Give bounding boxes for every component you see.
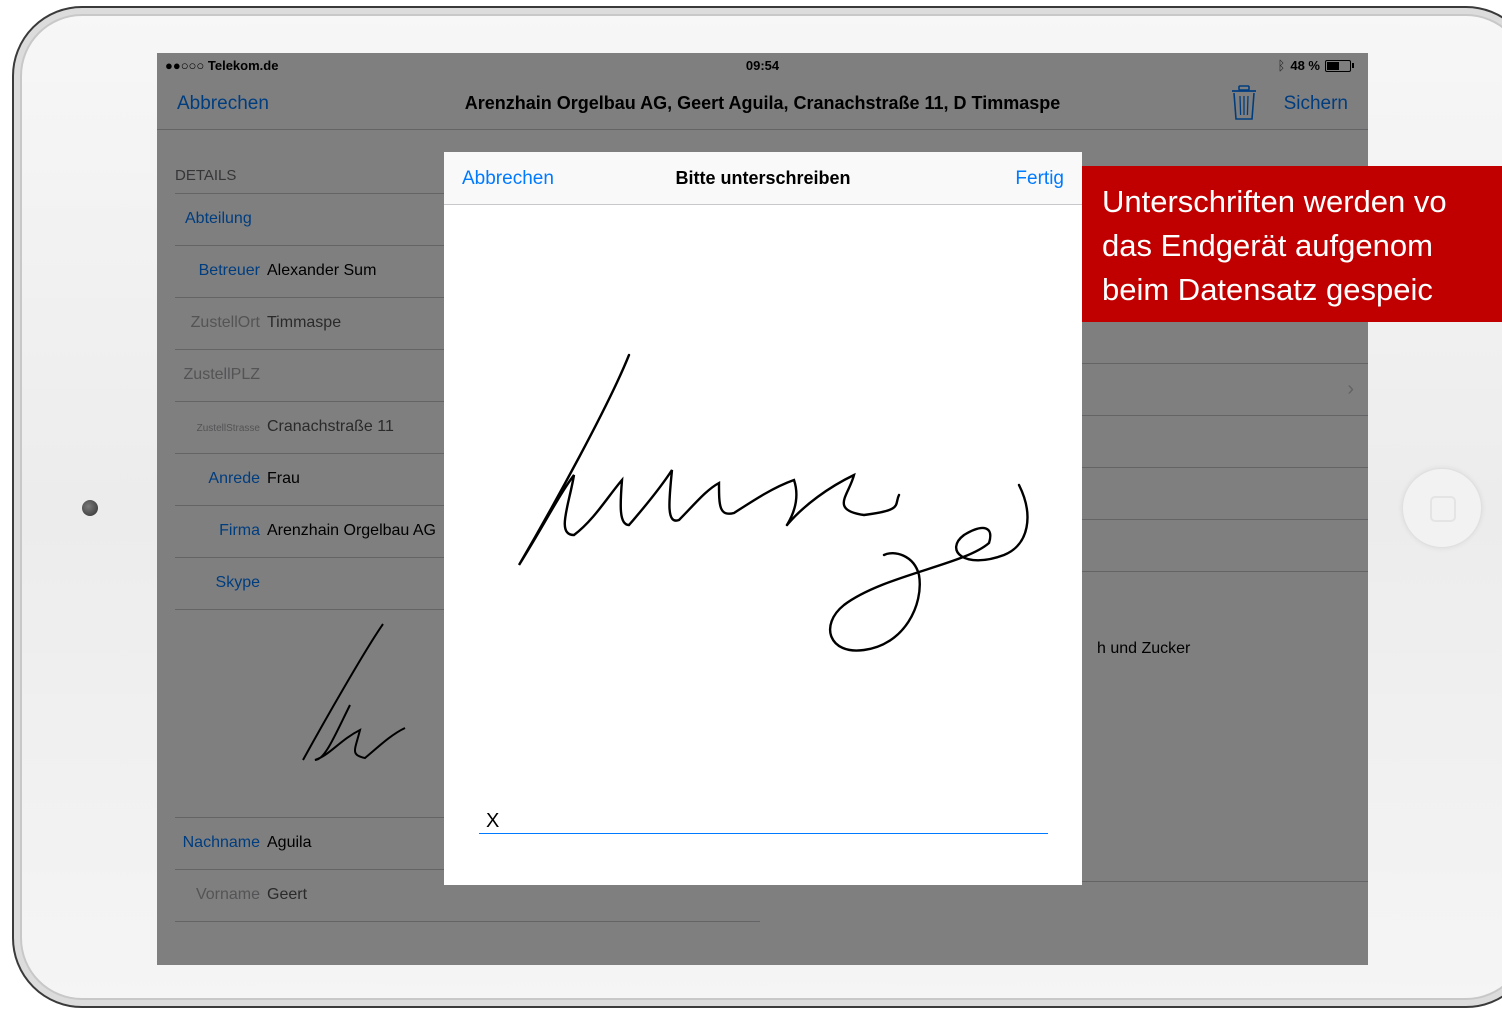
signature-canvas[interactable] [444,205,1082,885]
callout-line-1: Unterschriften werden vo [1102,184,1447,219]
signature-x-mark: X [486,810,500,832]
home-button[interactable] [1402,468,1482,548]
modal-done-button[interactable]: Fertig [1015,168,1064,190]
annotation-callout: Unterschriften werden vo das Endgerät au… [1082,166,1502,322]
home-square-icon [1430,496,1456,522]
signature-drawing [517,353,1029,652]
callout-line-2: das Endgerät aufgenom [1102,228,1433,263]
signature-line [479,833,1048,834]
callout-line-3: beim Datensatz gespeic [1102,272,1433,307]
signature-modal: Abbrechen Bitte unterschreiben Fertig X [444,152,1082,885]
front-camera [82,500,98,516]
modal-title: Bitte unterschreiben [675,168,851,188]
modal-header: Abbrechen Bitte unterschreiben Fertig [444,152,1082,205]
